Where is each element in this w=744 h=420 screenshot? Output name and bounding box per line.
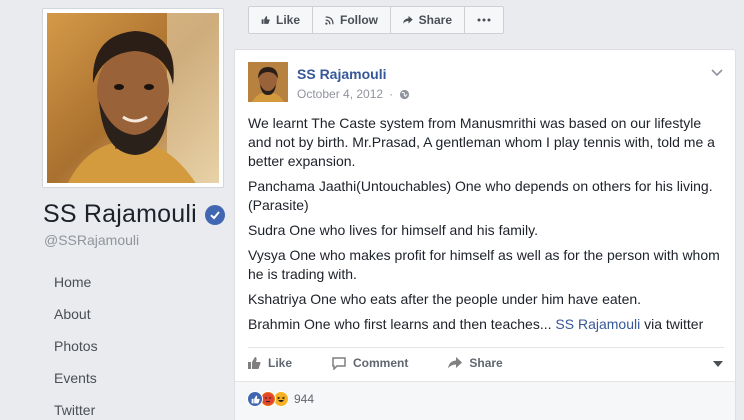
post-comment-button[interactable]: Comment (332, 356, 408, 370)
post-like-label: Like (268, 356, 293, 370)
post-paragraph-text: Brahmin One who first learns and then te… (248, 316, 556, 332)
profile-photo-frame[interactable] (42, 8, 224, 188)
profile-photo-illustration (47, 13, 219, 183)
post-author-avatar[interactable] (248, 62, 288, 102)
page-share-button[interactable]: Share (391, 7, 465, 33)
thumbs-up-icon (261, 16, 270, 24)
post-paragraph: We learnt The Caste system from Manusmri… (248, 115, 715, 169)
reaction-count[interactable]: 944 (294, 392, 314, 406)
post-divider (248, 347, 724, 348)
thumbs-up-icon (248, 357, 261, 369)
post-comment-label: Comment (353, 356, 409, 370)
post-card: SS Rajamouli October 4, 2012 · We learnt… (234, 49, 736, 420)
rss-follow-icon (325, 15, 334, 25)
post-options-chevron-icon[interactable] (711, 64, 723, 82)
post-paragraph: Kshatriya One who eats after the people … (248, 291, 642, 307)
verified-badge-icon (204, 204, 225, 225)
post-reactions-footer: 944 (235, 381, 735, 420)
share-arrow-icon (448, 357, 463, 369)
page-follow-button[interactable]: Follow (313, 7, 391, 33)
post-meta-separator: · (389, 87, 394, 101)
post-mention-link[interactable]: SS Rajamouli (555, 316, 640, 332)
page-more-button[interactable] (465, 7, 503, 33)
page-like-button[interactable]: Like (249, 7, 313, 33)
post-share-button[interactable]: Share (448, 356, 503, 370)
post-meta: October 4, 2012 · (297, 87, 410, 101)
nav-item-photos[interactable]: Photos (0, 330, 228, 362)
profile-name-row: SS Rajamouli (43, 200, 225, 229)
post-actions: Like Comment Share (247, 350, 723, 376)
reactions-summary[interactable]: 944 (247, 391, 314, 407)
profile-name[interactable]: SS Rajamouli (43, 200, 197, 229)
post-date[interactable]: October 4, 2012 (297, 87, 383, 101)
nav-item-events[interactable]: Events (0, 362, 228, 394)
page-follow-label: Follow (340, 13, 378, 27)
post-actions-menu-caret-icon[interactable] (713, 354, 723, 372)
post-author-name[interactable]: SS Rajamouli (297, 66, 386, 82)
comment-bubble-icon (332, 356, 346, 370)
post-body: We learnt The Caste system from Manusmri… (248, 114, 726, 340)
profile-photo[interactable] (47, 13, 219, 183)
avatar-illustration (248, 62, 288, 102)
nav-item-about[interactable]: About (0, 298, 228, 330)
post-paragraph-suffix: via twitter (640, 316, 704, 332)
page-share-label: Share (418, 13, 452, 27)
share-arrow-icon (403, 15, 413, 24)
post-paragraph: Panchama Jaathi(Untouchables) One who de… (248, 178, 713, 213)
left-nav: Home About Photos Events Twitter (0, 266, 228, 420)
post-paragraph: Vysya One who makes profit for himself a… (248, 247, 720, 282)
post-paragraph: Sudra One who lives for himself and his … (248, 222, 538, 238)
post-share-label: Share (469, 356, 503, 370)
nav-item-home[interactable]: Home (0, 266, 228, 298)
like-reaction-icon (247, 391, 263, 407)
page-like-label: Like (275, 13, 300, 27)
globe-icon[interactable] (399, 89, 410, 100)
profile-handle[interactable]: @SSRajamouli (44, 232, 139, 248)
nav-item-twitter[interactable]: Twitter (0, 394, 228, 420)
page-action-bar: Like Follow Share (248, 6, 504, 34)
ellipsis-icon (477, 18, 491, 22)
post-like-button[interactable]: Like (247, 356, 292, 370)
post-paragraph-last: Brahmin One who first learns and then te… (248, 315, 726, 334)
